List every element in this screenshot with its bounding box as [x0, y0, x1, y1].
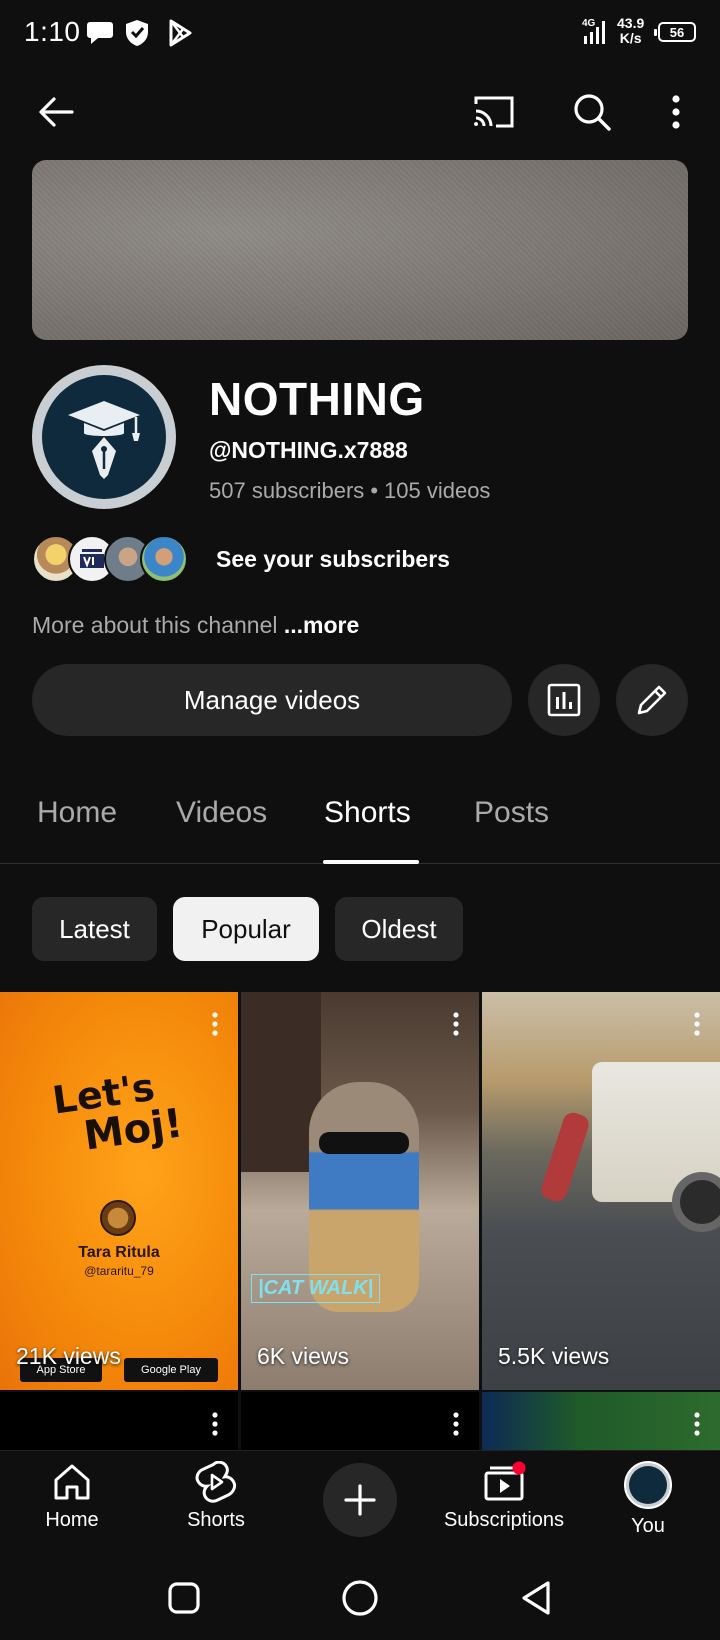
- search-icon: [574, 94, 611, 131]
- google-play-badge: Google Play: [124, 1358, 218, 1382]
- short-views: 5.5K views: [498, 1343, 610, 1369]
- stats-separator: •: [370, 478, 379, 503]
- tab-home[interactable]: Home: [37, 796, 117, 830]
- cellular-signal-icon: 4G: [582, 18, 605, 44]
- short-thumbnail[interactable]: [241, 1392, 479, 1450]
- home-circle-icon: [342, 1580, 378, 1616]
- nav-subscriptions[interactable]: Subscriptions: [434, 1461, 574, 1532]
- short-more-icon[interactable]: [694, 1012, 700, 1036]
- short-thumb-title-line2: Moj!: [80, 1100, 186, 1160]
- create-button[interactable]: [323, 1463, 397, 1537]
- top-app-bar: [0, 76, 720, 148]
- network-speed-unit: K/s: [619, 30, 642, 46]
- see-subscribers-link[interactable]: See your subscribers: [216, 546, 450, 573]
- battery-indicator: 56: [654, 22, 696, 42]
- nav-shorts[interactable]: Shorts: [146, 1461, 286, 1532]
- subscriptions-icon: [484, 1461, 526, 1501]
- subscriber-avatar: [140, 535, 188, 583]
- back-system-button[interactable]: [514, 1576, 558, 1620]
- creator-avatar: [100, 1200, 136, 1236]
- analytics-icon: [547, 683, 581, 717]
- channel-name: NOTHING: [209, 373, 425, 425]
- short-views: 21K views: [16, 1343, 121, 1369]
- chip-oldest[interactable]: Oldest: [335, 897, 463, 961]
- more-vert-icon: [672, 95, 680, 129]
- more-options-button[interactable]: [650, 86, 702, 138]
- network-type: 4G: [582, 18, 596, 29]
- shield-notification-icon: [126, 20, 148, 46]
- bottom-navigation: Home Shorts Subscriptions You: [0, 1450, 720, 1556]
- cat-sunglasses: [319, 1132, 409, 1154]
- manage-videos-button[interactable]: Manage videos: [32, 664, 512, 736]
- recents-button[interactable]: [162, 1576, 206, 1620]
- graduation-cap-pen-logo-icon: [68, 401, 140, 479]
- nav-home-label: Home: [45, 1509, 99, 1531]
- recents-square-icon: [168, 1582, 200, 1614]
- tab-posts[interactable]: Posts: [474, 796, 549, 830]
- system-navigation-bar: [0, 1556, 720, 1640]
- short-more-icon[interactable]: [453, 1012, 459, 1036]
- short-thumb-creator: Tara Ritula: [78, 1244, 160, 1261]
- back-triangle-icon: [522, 1581, 550, 1615]
- back-arrow-icon: [39, 97, 74, 127]
- chip-latest[interactable]: Latest: [32, 897, 157, 961]
- create-plus-icon: [344, 1484, 376, 1516]
- see-subscribers-row[interactable]: See your subscribers: [32, 534, 632, 584]
- channel-avatar[interactable]: [32, 365, 176, 509]
- chip-popular[interactable]: Popular: [173, 897, 319, 961]
- short-thumb-creator-handle: @tararitu_79: [84, 1264, 154, 1278]
- about-text: More about this channel: [32, 612, 278, 638]
- short-more-icon[interactable]: [453, 1412, 459, 1436]
- short-more-icon[interactable]: [212, 1012, 218, 1036]
- nav-subscriptions-label: Subscriptions: [443, 1509, 565, 1531]
- message-notification-icon: [87, 22, 113, 44]
- back-button[interactable]: [30, 86, 82, 138]
- channel-tabs: Home Videos Shorts Posts: [0, 780, 720, 864]
- network-speed-value: 43.9: [617, 15, 645, 31]
- runner-figure: [538, 1110, 592, 1204]
- analytics-button[interactable]: [528, 664, 600, 736]
- status-bar: 1:10 4G 43.9 K/s 56: [0, 0, 720, 66]
- channel-handle: @NOTHING.x7888: [209, 437, 408, 463]
- tab-videos[interactable]: Videos: [176, 796, 267, 830]
- short-thumbnail[interactable]: |CAT WALK| 6K views: [241, 992, 479, 1390]
- nav-shorts-label: Shorts: [187, 1509, 245, 1531]
- short-thumbnail[interactable]: [0, 1392, 238, 1450]
- about-more-link[interactable]: ...more: [284, 612, 359, 638]
- account-avatar-icon: [624, 1461, 672, 1509]
- short-thumbnail[interactable]: [482, 1392, 720, 1450]
- nav-home[interactable]: Home: [2, 1461, 142, 1532]
- video-count: 105 videos: [384, 478, 491, 503]
- network-speed: 43.9 K/s: [617, 16, 644, 46]
- shorts-icon: [195, 1461, 237, 1503]
- channel-banner: [32, 160, 688, 340]
- home-system-button[interactable]: [338, 1576, 382, 1620]
- short-thumb-caption: |CAT WALK|: [251, 1274, 381, 1303]
- channel-stats: 507 subscribers • 105 videos: [209, 478, 490, 504]
- notification-dot: [512, 1461, 526, 1475]
- short-more-icon[interactable]: [212, 1412, 218, 1436]
- short-views: 6K views: [257, 1343, 350, 1369]
- search-button[interactable]: [566, 86, 618, 138]
- play-store-notification-icon: [169, 19, 192, 47]
- nav-you-label: You: [631, 1515, 665, 1537]
- short-thumbnail[interactable]: Let's Moj! Tara Ritula @tararitu_79 App …: [0, 992, 238, 1390]
- nav-you[interactable]: You: [578, 1461, 718, 1538]
- channel-about[interactable]: More about this channel ...more: [32, 612, 359, 639]
- cast-icon: [474, 96, 514, 128]
- short-thumbnail[interactable]: 5.5K views: [482, 992, 720, 1390]
- status-time: 1:10: [24, 16, 81, 47]
- edit-channel-button[interactable]: [616, 664, 688, 736]
- pencil-edit-icon: [637, 685, 667, 715]
- cast-button[interactable]: [468, 86, 520, 138]
- truck-wheel: [672, 1172, 720, 1232]
- subscriber-count: 507 subscribers: [209, 478, 365, 503]
- battery-level: 56: [669, 24, 685, 40]
- active-tab-indicator: [323, 860, 419, 864]
- short-thumb-title: Let's Moj!: [50, 1064, 186, 1161]
- short-more-icon[interactable]: [694, 1412, 700, 1436]
- tab-shorts[interactable]: Shorts: [324, 796, 411, 830]
- home-icon: [54, 1464, 90, 1500]
